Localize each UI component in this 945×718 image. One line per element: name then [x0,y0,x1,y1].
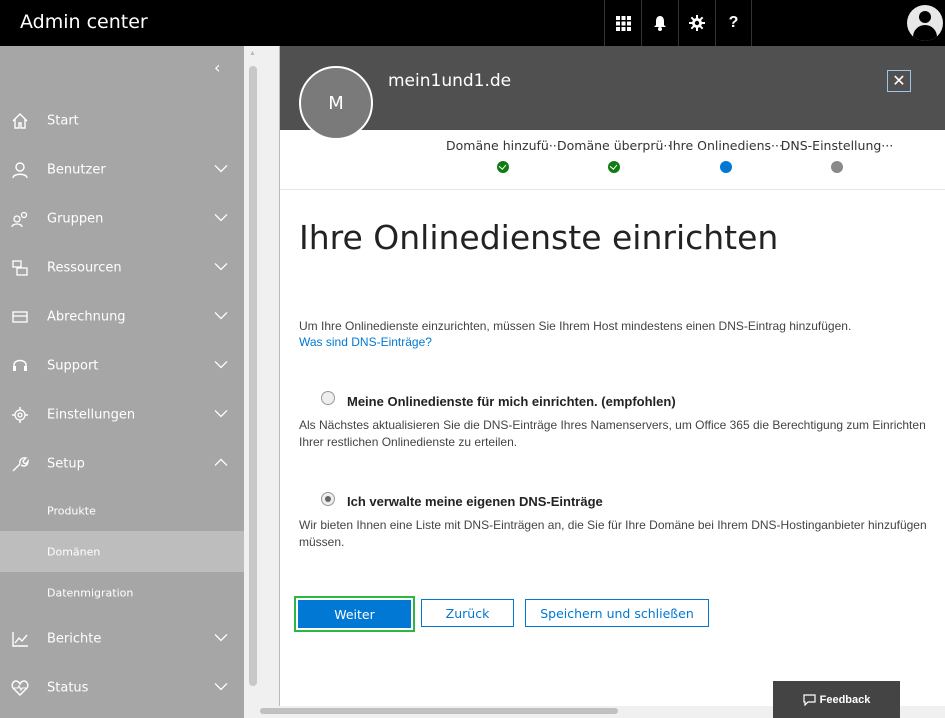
sidebar-item-gruppen[interactable]: Gruppen [0,194,244,243]
step-label: Domäne überprü··· [557,138,671,153]
sidebar-item-label: Start [47,113,79,128]
scrollbar-thumb[interactable] [260,708,618,714]
sidebar-item-setup[interactable]: Setup [0,439,244,488]
radio-auto-setup[interactable] [321,391,335,405]
settings-icon [10,405,30,425]
dns-records-help-link[interactable]: Was sind DNS-Einträge? [299,335,432,349]
user-icon [10,160,30,180]
sidebar-item-benutzer[interactable]: Benutzer [0,145,244,194]
wrench-icon [10,454,30,474]
sidebar-item-label: Gruppen [47,211,104,226]
step-current-icon [720,161,732,173]
chevron-down-icon[interactable] [213,307,229,323]
sidebar-item-status[interactable]: Status [0,663,244,712]
help-icon[interactable]: ? [715,0,752,46]
heart-icon [10,678,30,698]
sidebar-item-ressourcen[interactable]: Ressourcen [0,243,244,292]
chevron-down-icon[interactable] [213,405,229,421]
resources-icon [10,258,30,278]
option-description: Als Nächstes aktualisieren Sie die DNS-E… [299,418,926,449]
app-title: Admin center [20,11,148,33]
sidebar-subitem-domaenen[interactable]: Domänen [0,531,244,572]
chevron-down-icon[interactable] [213,258,229,274]
vertical-scrollbar[interactable]: ▲ ▼ [244,46,279,718]
domain-name: mein1und1.de [388,71,512,91]
save-close-button[interactable]: Speichern und schließen [525,599,709,627]
home-icon [10,111,30,131]
panel-header: M mein1und1.de ✕ [280,46,945,140]
sidebar-item-start[interactable]: Start [0,96,244,145]
scroll-up-icon[interactable]: ▲ [249,50,256,57]
sidebar-subitem-datenmigration[interactable]: Datenmigration [0,572,244,613]
sidebar-subitem-produkte[interactable]: Produkte [0,490,244,531]
sidebar: ‹ Start Benutzer Gruppen Ressourcen Abre… [0,46,244,718]
domain-avatar: M [299,66,373,140]
sidebar-item-einstellungen[interactable]: Einstellungen [0,390,244,439]
close-icon: ✕ [892,73,906,90]
sidebar-item-label: Benutzer [47,162,106,177]
back-button[interactable]: Zurück [421,599,514,627]
chevron-down-icon[interactable] [213,678,229,694]
sidebar-item-label: Abrechnung [47,309,126,324]
headset-icon [10,356,30,376]
sidebar-item-label: Einstellungen [47,407,136,422]
next-button[interactable]: Weiter [298,600,411,628]
chevron-down-icon[interactable] [213,209,229,225]
intro-text: Um Ihre Onlinedienste einzurichten, müss… [299,319,852,333]
option-label[interactable]: Ich verwalte meine eigenen DNS-Einträge [347,494,603,509]
step-todo-icon [831,161,843,173]
step-label: DNS-Einstellung··· [780,138,894,153]
app-launcher-icon[interactable] [604,0,641,46]
step-done-icon [608,161,620,173]
sidebar-item-label: Berichte [47,631,102,646]
domain-setup-panel: M mein1und1.de ✕ Domäne hinzufü··· Domän… [279,46,945,706]
chevron-down-icon[interactable] [213,160,229,176]
chevron-down-icon[interactable] [213,629,229,645]
step-label: Domäne hinzufü··· [446,138,560,153]
option-description: Wir bieten Ihnen eine Liste mit DNS-Eint… [299,518,927,549]
page-title: Ihre Onlinedienste einrichten [299,218,779,257]
billing-icon [10,307,30,327]
chart-icon [10,629,30,649]
step-done-icon [497,161,509,173]
sidebar-item-abrechnung[interactable]: Abrechnung [0,292,244,341]
sidebar-item-berichte[interactable]: Berichte [0,614,244,663]
close-button[interactable]: ✕ [887,70,911,92]
user-avatar[interactable] [907,5,943,41]
chevron-up-icon[interactable] [213,454,229,470]
sidebar-item-label: Setup [47,456,85,471]
sidebar-item-label: Support [47,358,99,373]
chevron-down-icon[interactable] [213,356,229,372]
feedback-button[interactable]: Feedback [773,681,900,718]
groups-icon [10,209,30,229]
wizard-steps: Domäne hinzufü··· Domäne überprü··· Ihre… [280,130,945,190]
sidebar-item-label: Ressourcen [47,260,122,275]
top-bar: Admin center ? [0,0,945,46]
comment-icon [803,693,816,706]
sidebar-item-label: Status [47,680,89,695]
gear-icon[interactable] [678,0,715,46]
collapse-sidebar-icon[interactable]: ‹ [214,58,220,77]
sidebar-item-support[interactable]: Support [0,341,244,390]
radio-manage-own-dns[interactable] [321,492,335,506]
step-label: Ihre Onlinediens··· [669,138,783,153]
option-label[interactable]: Meine Onlinedienste für mich einrichten.… [347,394,676,409]
bell-icon[interactable] [641,0,678,46]
scrollbar-thumb[interactable] [249,66,257,686]
